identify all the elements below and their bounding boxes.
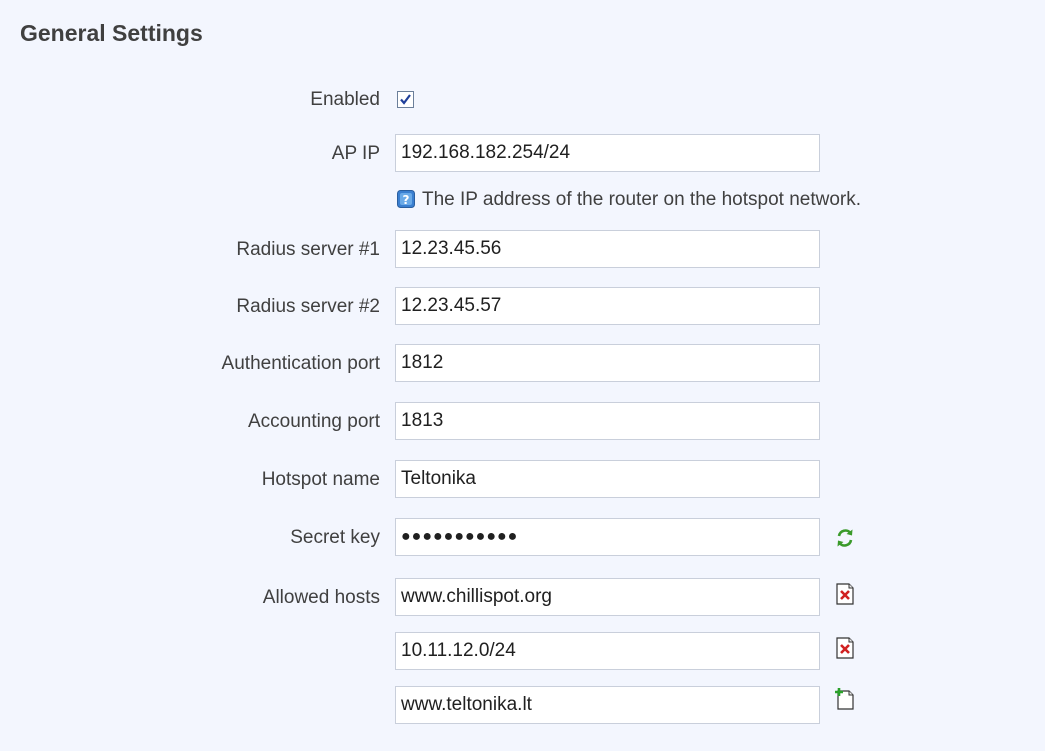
ap-ip-input[interactable]: 192.168.182.254/24: [395, 134, 820, 172]
help-icon: ?: [397, 190, 415, 208]
row-auth-port: Authentication port 1812: [0, 344, 1045, 384]
row-secret-key: Secret key ●●●●●●●●●●●: [0, 518, 1045, 558]
allowed-host-input[interactable]: 10.11.12.0/24: [395, 632, 820, 670]
auth-port-label: Authentication port: [221, 353, 380, 374]
remove-entry-icon[interactable]: [834, 637, 856, 659]
add-entry-icon[interactable]: [834, 688, 856, 710]
row-acct-port: Accounting port 1813: [0, 402, 1045, 442]
row-hotspot-name: Hotspot name Teltonika: [0, 460, 1045, 500]
auth-port-input[interactable]: 1812: [395, 344, 820, 382]
allowed-host-input[interactable]: www.teltonika.lt: [395, 686, 820, 724]
ap-ip-label: AP IP: [331, 143, 380, 164]
row-allowed-hosts-2: www.teltonika.lt: [0, 686, 1045, 726]
row-radius1: Radius server #1 12.23.45.56: [0, 230, 1045, 270]
row-enabled: Enabled: [0, 80, 1045, 120]
row-radius2: Radius server #2 12.23.45.57: [0, 287, 1045, 327]
section-title: General Settings: [20, 20, 203, 46]
secret-key-input[interactable]: ●●●●●●●●●●●: [395, 518, 820, 556]
ap-ip-hint-text: The IP address of the router on the hots…: [422, 189, 862, 210]
radius2-input[interactable]: 12.23.45.57: [395, 287, 820, 325]
allowed-host-input[interactable]: www.chillispot.org: [395, 578, 820, 616]
row-ap-ip: AP IP 192.168.182.254/24: [0, 134, 1045, 174]
radius2-label: Radius server #2: [236, 296, 380, 317]
hotspot-name-label: Hotspot name: [261, 469, 380, 490]
acct-port-input[interactable]: 1813: [395, 402, 820, 440]
radius1-input[interactable]: 12.23.45.56: [395, 230, 820, 268]
row-allowed-hosts-1: 10.11.12.0/24: [0, 632, 1045, 672]
svg-text:?: ?: [403, 193, 410, 207]
remove-entry-icon[interactable]: [834, 583, 856, 605]
hotspot-name-input[interactable]: Teltonika: [395, 460, 820, 498]
acct-port-label: Accounting port: [247, 411, 380, 432]
secret-key-label: Secret key: [290, 527, 380, 548]
enabled-label: Enabled: [310, 89, 380, 110]
row-allowed-hosts-0: Allowed hosts www.chillispot.org: [0, 578, 1045, 618]
allowed-hosts-label: Allowed hosts: [262, 587, 380, 608]
general-settings-panel: General Settings Enabled AP IP 192.168.1…: [0, 0, 1045, 751]
row-ap-ip-hint: ? The IP address of the router on the ho…: [0, 180, 1045, 220]
ap-ip-hint: ? The IP address of the router on the ho…: [397, 180, 861, 220]
checkmark-icon: [400, 94, 411, 105]
refresh-icon[interactable]: [834, 527, 856, 549]
radius1-label: Radius server #1: [236, 239, 380, 260]
enabled-checkbox[interactable]: [397, 91, 414, 108]
